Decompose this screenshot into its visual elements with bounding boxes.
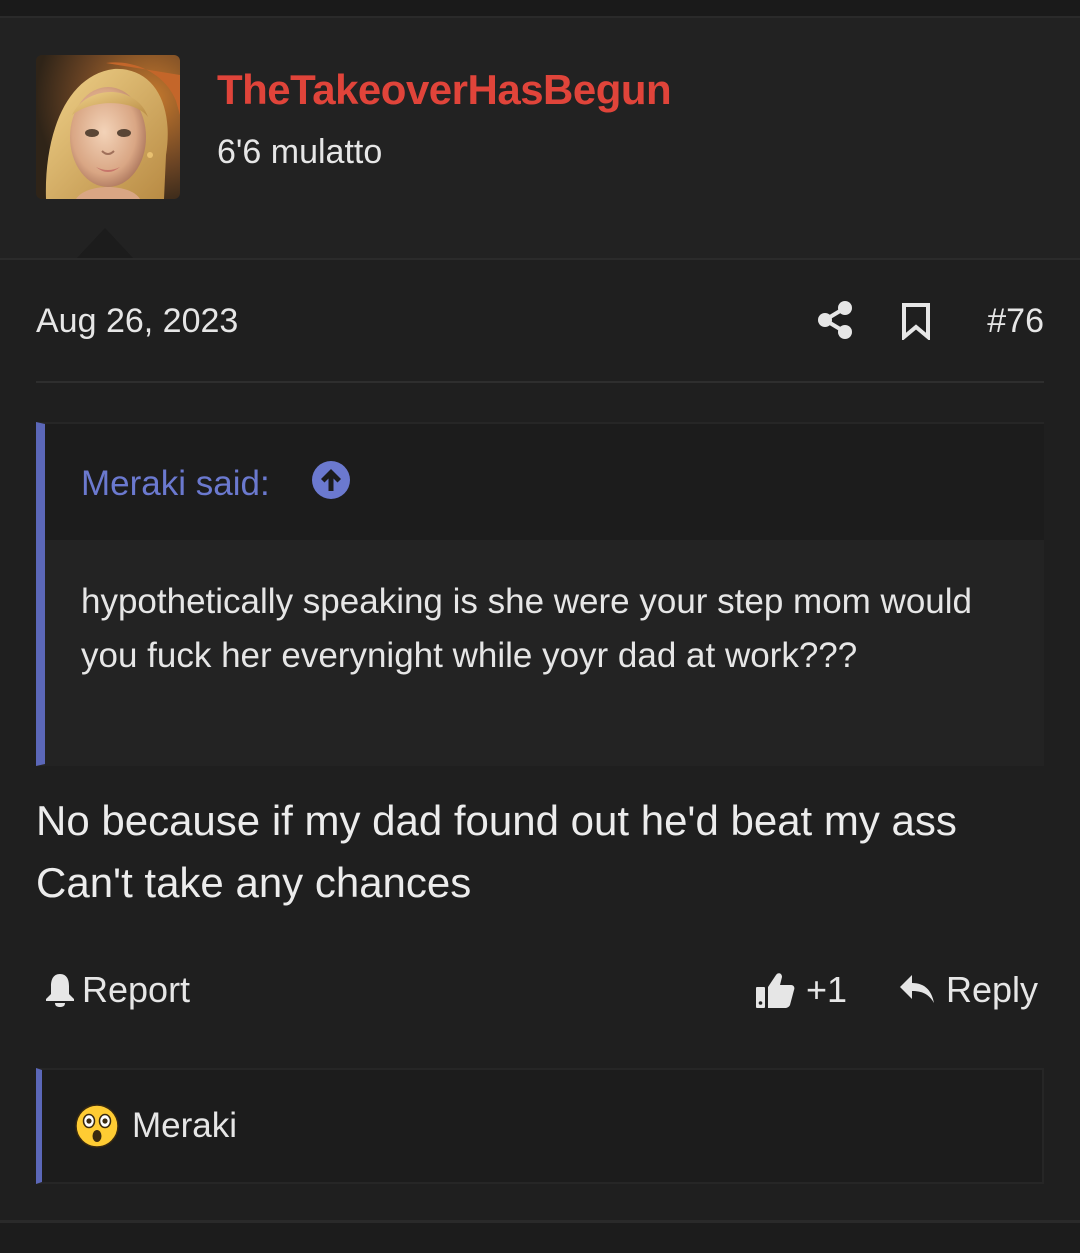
divider bbox=[36, 381, 1044, 383]
report-label: Report bbox=[82, 969, 191, 1010]
post-date[interactable]: Aug 26, 2023 bbox=[36, 302, 238, 341]
share-icon[interactable] bbox=[816, 300, 854, 340]
arrow-up-circle-icon[interactable] bbox=[311, 460, 351, 500]
user-title: 6'6 mulatto bbox=[217, 133, 383, 171]
astonished-face-icon bbox=[75, 1104, 119, 1148]
post-body-line: Can't take any chances bbox=[36, 859, 472, 906]
header-arrow-notch bbox=[77, 228, 133, 258]
reaction-user: Meraki bbox=[132, 1106, 238, 1145]
avatar[interactable] bbox=[36, 55, 180, 199]
quote-block: Meraki said: hypothetically speaking is … bbox=[36, 422, 1044, 766]
like-button[interactable]: +1 bbox=[754, 966, 847, 1014]
bell-icon bbox=[46, 974, 74, 1007]
quote-text: hypothetically speaking is she were your… bbox=[81, 582, 972, 675]
portrait-avatar-icon bbox=[36, 55, 180, 199]
bottom-strip bbox=[0, 1223, 1080, 1253]
username[interactable]: TheTakeoverHasBegun bbox=[217, 66, 672, 114]
bookmark-icon[interactable] bbox=[900, 302, 932, 342]
report-button[interactable]: Report bbox=[44, 966, 190, 1014]
quote-body: hypothetically speaking is she were your… bbox=[45, 540, 1044, 766]
post-body: No because if my dad found out he'd beat… bbox=[36, 790, 1046, 914]
thumbs-up-icon bbox=[756, 973, 795, 1008]
post-number[interactable]: #76 bbox=[987, 302, 1044, 341]
reply-arrow-icon bbox=[900, 975, 934, 1003]
like-count: +1 bbox=[806, 969, 848, 1010]
top-strip bbox=[0, 0, 1080, 18]
quote-author[interactable]: Meraki said: bbox=[81, 464, 270, 504]
reply-button[interactable]: Reply bbox=[898, 966, 1038, 1014]
reply-label: Reply bbox=[946, 969, 1039, 1010]
user-header: TheTakeoverHasBegun 6'6 mulatto bbox=[0, 18, 1080, 260]
post-body-line: No because if my dad found out he'd beat… bbox=[36, 797, 957, 844]
reactions-bar[interactable]: Meraki bbox=[36, 1068, 1044, 1184]
post: Aug 26, 2023 #76 Meraki said: hypothetic… bbox=[0, 260, 1080, 1220]
quote-header: Meraki said: bbox=[45, 424, 1044, 540]
